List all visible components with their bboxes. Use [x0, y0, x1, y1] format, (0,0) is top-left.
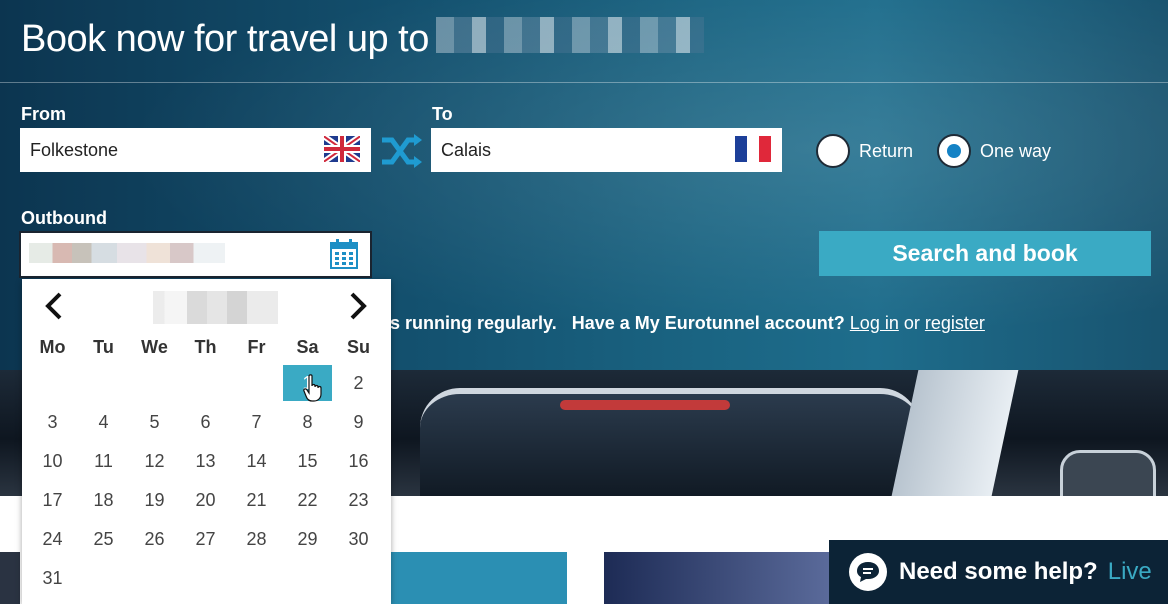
calendar-day[interactable]: 20 — [181, 482, 230, 518]
one-way-radio[interactable] — [937, 134, 971, 168]
chevron-right-icon[interactable] — [346, 291, 370, 321]
weekday-header: We — [141, 337, 168, 357]
calendar-day[interactable]: 29 — [283, 521, 332, 557]
or-text: or — [903, 313, 920, 333]
calendar-day[interactable]: 19 — [130, 482, 179, 518]
france-flag-icon — [735, 136, 771, 162]
calendar-day[interactable]: 21 — [232, 482, 281, 518]
promo-card-left[interactable] — [0, 552, 20, 604]
calendar-day[interactable]: 22 — [283, 482, 332, 518]
weekday-header: Su — [346, 337, 370, 357]
car-pillar — [891, 370, 1019, 496]
calendar-day[interactable]: 18 — [79, 482, 128, 518]
date-picker: Mo Tu We Th Fr Sa Su 1 2 3 4 5 6 7 8 9 10 11 12 13 14 15 16 17… — [22, 279, 391, 604]
to-field[interactable]: Calais — [431, 128, 782, 172]
return-radio[interactable] — [816, 134, 850, 168]
from-field[interactable]: Folkestone — [20, 128, 371, 172]
redacted-outbound-date — [29, 243, 225, 263]
calendar-day[interactable]: 17 — [28, 482, 77, 518]
to-value: Calais — [441, 139, 492, 160]
calendar-day[interactable]: 30 — [334, 521, 383, 557]
hand-cursor-icon — [303, 374, 322, 402]
login-link[interactable]: Log in — [850, 313, 899, 333]
calendar-icon[interactable] — [330, 239, 358, 269]
redacted-month-label — [136, 291, 278, 324]
outbound-date-input[interactable] — [19, 231, 372, 278]
page-title: Book now for travel up to — [21, 18, 429, 60]
calendar-day[interactable]: 25 — [79, 521, 128, 557]
calendar-day[interactable]: 24 — [28, 521, 77, 557]
weekday-header: Sa — [296, 337, 319, 357]
calendar-day[interactable]: 14 — [232, 443, 281, 479]
calendar-day[interactable]: 28 — [232, 521, 281, 557]
weekday-header: Tu — [93, 337, 114, 357]
header-divider — [0, 82, 1168, 83]
calendar-day[interactable]: 16 — [334, 443, 383, 479]
calendar-day[interactable]: 4 — [79, 404, 128, 440]
register-link[interactable]: register — [925, 313, 985, 333]
service-notice: s running regularly. Have a My Eurotunne… — [390, 313, 985, 334]
help-text: Need some help? — [899, 558, 1098, 585]
one-way-label[interactable]: One way — [980, 141, 1051, 162]
calendar-day[interactable]: 15 — [283, 443, 332, 479]
from-value: Folkestone — [30, 139, 119, 160]
return-label[interactable]: Return — [859, 141, 913, 162]
calendar-day[interactable]: 23 — [334, 482, 383, 518]
notice-status-text: s running regularly. — [390, 313, 557, 333]
brake-light — [560, 400, 730, 410]
calendar-day[interactable]: 12 — [130, 443, 179, 479]
swap-icon[interactable] — [380, 134, 422, 168]
calendar-day[interactable]: 8 — [283, 404, 332, 440]
chat-bubble-icon — [849, 553, 887, 591]
redacted-date — [436, 17, 704, 53]
calendar-day[interactable]: 5 — [130, 404, 179, 440]
promo-card-right[interactable] — [604, 552, 829, 604]
help-widget[interactable]: Need some help? Live — [829, 540, 1168, 604]
calendar-day[interactable]: 2 — [334, 365, 383, 401]
promo-card-middle[interactable] — [390, 552, 567, 604]
weekday-header: Fr — [247, 337, 266, 357]
calendar-day[interactable]: 27 — [181, 521, 230, 557]
calendar-day[interactable]: 31 — [28, 560, 77, 596]
calendar-day[interactable]: 13 — [181, 443, 230, 479]
calendar-day[interactable]: 26 — [130, 521, 179, 557]
calendar-day[interactable]: 7 — [232, 404, 281, 440]
to-label: To — [432, 104, 453, 124]
uk-flag-icon — [324, 136, 360, 162]
calendar-day[interactable]: 9 — [334, 404, 383, 440]
live-chat-link[interactable]: Live — [1108, 558, 1152, 586]
calendar-day[interactable]: 10 — [28, 443, 77, 479]
weekday-header: Mo — [39, 337, 66, 357]
account-question: Have a My Eurotunnel account? — [571, 313, 845, 333]
calendar-day[interactable]: 11 — [79, 443, 128, 479]
search-and-book-button[interactable]: Search and book — [819, 231, 1151, 276]
from-label: From — [21, 104, 66, 124]
calendar-day[interactable]: 3 — [28, 404, 77, 440]
chevron-left-icon[interactable] — [42, 291, 66, 321]
outbound-label: Outbound — [21, 208, 107, 228]
car-mirror — [1060, 450, 1156, 502]
calendar-day[interactable]: 6 — [181, 404, 230, 440]
weekday-header: Th — [194, 337, 217, 357]
